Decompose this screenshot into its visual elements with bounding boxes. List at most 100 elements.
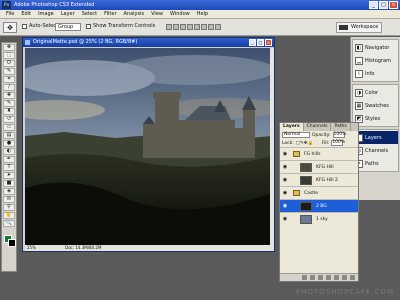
marquee-tool-icon[interactable]: ⬚: [3, 52, 15, 59]
document-size[interactable]: Doc: 14.3M/80.2M: [65, 245, 101, 251]
photoshop-logo-icon: Ps: [2, 1, 11, 9]
menu-select[interactable]: Select: [82, 10, 97, 18]
eye-icon[interactable]: ◉: [282, 164, 288, 170]
document-status-bar: 25% Doc: 14.3M/80.2M: [25, 245, 274, 251]
dock-channels[interactable]: ◎ Channels: [353, 144, 398, 157]
dock-info[interactable]: i Info: [353, 67, 398, 80]
image-canvas[interactable]: [25, 48, 272, 245]
link-layers-icon[interactable]: [302, 275, 307, 280]
tab-paths[interactable]: Paths: [331, 123, 351, 131]
dock-color[interactable]: ◑ Color: [353, 86, 398, 99]
path-select-icon[interactable]: ➤: [3, 172, 15, 179]
eye-icon[interactable]: ◉: [282, 190, 288, 196]
align-top-icon[interactable]: [166, 24, 172, 30]
pen-tool-icon[interactable]: ✒: [3, 156, 15, 163]
gradient-tool-icon[interactable]: ▤: [3, 132, 15, 139]
clone-stamp-icon[interactable]: ♜: [3, 108, 15, 115]
tab-channels[interactable]: Channels: [304, 123, 332, 131]
eye-icon[interactable]: ◉: [282, 203, 288, 209]
align-right-icon[interactable]: [201, 24, 207, 30]
align-middle-icon[interactable]: [173, 24, 179, 30]
crop-tool-icon[interactable]: ⌗: [3, 76, 15, 83]
document-titlebar[interactable]: OriginalMatte.psd @ 25% (2 BG, RGB/8#) _…: [23, 38, 274, 47]
close-button[interactable]: ×: [389, 1, 398, 9]
workspace-button[interactable]: Workspace: [336, 22, 382, 33]
dock-histogram[interactable]: ▁ Histogram: [353, 54, 398, 67]
menu-help[interactable]: Help: [197, 10, 208, 18]
type-tool-icon[interactable]: T: [3, 164, 15, 171]
new-layer-icon[interactable]: [342, 275, 347, 280]
menu-layer[interactable]: Layer: [61, 10, 75, 18]
layer-row[interactable]: ◉ KFG Hill 2: [280, 173, 358, 186]
lasso-tool-icon[interactable]: ʘ: [3, 60, 15, 67]
fill-field[interactable]: 100%: [331, 140, 345, 146]
lock-row: Lock: ▢✎✥🔒 Fill: 100%: [280, 139, 358, 147]
distribute-icon[interactable]: [208, 24, 214, 30]
dock-group-navigator: ◧ Navigator ▁ Histogram i Info: [352, 39, 399, 82]
dock-swatches[interactable]: ▦ Swatches: [353, 99, 398, 112]
dock-group-color: ◑ Color ▦ Swatches ◩ Styles: [352, 84, 399, 127]
move-tool-icon[interactable]: ✥: [3, 44, 15, 51]
eraser-tool-icon[interactable]: ▭: [3, 124, 15, 131]
opacity-field[interactable]: 100%: [332, 132, 346, 138]
new-group-icon[interactable]: [334, 275, 339, 280]
maximize-button[interactable]: □: [379, 1, 388, 9]
document-scrollbar[interactable]: [270, 48, 274, 245]
watermark: PHOTOSHOPCAFE.COM: [295, 288, 394, 296]
lock-icons[interactable]: ▢✎✥🔒: [296, 141, 320, 146]
add-style-icon[interactable]: [310, 275, 315, 280]
dodge-tool-icon[interactable]: ◐: [3, 148, 15, 155]
doc-minimize-button[interactable]: _: [249, 39, 256, 46]
menu-window[interactable]: Window: [170, 10, 190, 18]
align-center-icon[interactable]: [194, 24, 200, 30]
layer-thumbnail: [300, 215, 312, 224]
menu-image[interactable]: Image: [38, 10, 54, 18]
brush-tool-icon[interactable]: ✎: [3, 100, 15, 107]
dock-layers[interactable]: ❏Layers: [353, 131, 398, 144]
shape-tool-icon[interactable]: ■: [3, 180, 15, 187]
align-bottom-icon[interactable]: [180, 24, 186, 30]
minimize-button[interactable]: _: [369, 1, 378, 9]
adjustment-layer-icon[interactable]: [326, 275, 331, 280]
layer-row[interactable]: ◉ Castle: [280, 186, 358, 199]
background-color-swatch[interactable]: [8, 239, 16, 247]
menu-view[interactable]: View: [151, 10, 163, 18]
dock-navigator[interactable]: ◧ Navigator: [353, 41, 398, 54]
menu-edit[interactable]: Edit: [21, 10, 31, 18]
zoom-tool-icon[interactable]: 🔍: [3, 220, 15, 227]
layer-row[interactable]: ◉ 1 sky: [280, 212, 358, 225]
auto-select-dropdown[interactable]: Group: [55, 23, 81, 31]
eye-icon[interactable]: ◉: [282, 177, 288, 183]
layer-row-selected[interactable]: ◉ 2 BG: [280, 199, 358, 212]
show-transform-checkbox[interactable]: [86, 24, 91, 29]
zoom-level[interactable]: 25%: [27, 245, 36, 251]
move-tool-preset-icon[interactable]: ✥: [3, 22, 17, 33]
menu-file[interactable]: File: [6, 10, 14, 18]
auto-select-checkbox[interactable]: [22, 24, 27, 29]
distribute-h-icon[interactable]: [215, 24, 221, 30]
hand-tool-icon[interactable]: ✋: [3, 212, 15, 219]
trash-icon[interactable]: [350, 275, 355, 280]
doc-close-button[interactable]: ×: [265, 39, 272, 46]
slice-tool-icon[interactable]: /: [3, 84, 15, 91]
blend-mode-dropdown[interactable]: Normal: [282, 132, 310, 138]
layer-row[interactable]: ◉ FG hills: [280, 147, 358, 160]
eye-icon[interactable]: ◉: [282, 216, 288, 222]
add-mask-icon[interactable]: [318, 275, 323, 280]
align-left-icon[interactable]: [187, 24, 193, 30]
eye-icon[interactable]: ◉: [282, 151, 288, 157]
3d-tool-icon[interactable]: ◈: [3, 188, 15, 195]
menu-analysis[interactable]: Analysis: [124, 10, 145, 18]
doc-maximize-button[interactable]: □: [257, 39, 264, 46]
notes-tool-icon[interactable]: ✉: [3, 196, 15, 203]
dock-paths[interactable]: ✒Paths: [353, 157, 398, 170]
healing-brush-icon[interactable]: ✚: [3, 92, 15, 99]
history-brush-icon[interactable]: ↺: [3, 116, 15, 123]
dock-styles[interactable]: ◩ Styles: [353, 112, 398, 125]
quick-select-tool-icon[interactable]: ✎: [3, 68, 15, 75]
eyedropper-icon[interactable]: ⚲: [3, 204, 15, 211]
menu-filter[interactable]: Filter: [104, 10, 116, 18]
blur-tool-icon[interactable]: ●: [3, 140, 15, 147]
tab-layers[interactable]: Layers: [280, 123, 304, 131]
layer-row[interactable]: ◉ KFG Hill: [280, 160, 358, 173]
